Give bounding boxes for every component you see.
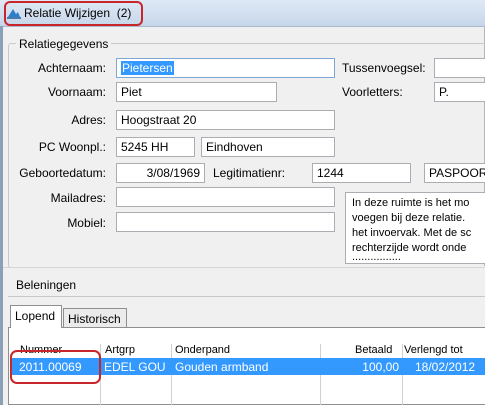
- memo-line: het invoervak. Met de sc: [352, 227, 472, 239]
- window-left-edge: [0, 26, 3, 405]
- memo-textarea[interactable]: In deze ruimte is het mo voegen bij deze…: [345, 192, 485, 264]
- geboortedatum-input[interactable]: 3/08/1969: [116, 163, 205, 183]
- nummer-highlight: [10, 350, 101, 384]
- memo-line: voegen bij deze relatie.: [352, 212, 466, 224]
- column-header-artgrp[interactable]: Artgrp: [105, 344, 135, 358]
- cell-betaald: 100,00: [362, 360, 399, 374]
- section-divider: [3, 267, 485, 268]
- mailadres-label: Mailadres:: [50, 191, 106, 205]
- beleningen-title: Beleningen: [16, 278, 77, 292]
- voorletters-input[interactable]: P.: [434, 82, 485, 102]
- legitimatienr-input[interactable]: 1244: [312, 163, 411, 183]
- voornaam-label: Voornaam:: [47, 85, 106, 99]
- tab-lopend[interactable]: Lopend: [10, 305, 62, 328]
- column-header-onderpand[interactable]: Onderpand: [175, 344, 230, 358]
- cell-verlengd-tot: 18/02/2012: [415, 360, 476, 374]
- mobiel-input[interactable]: [116, 212, 335, 232]
- relatie-group-title: Relatiegegevens: [16, 37, 112, 51]
- adres-input[interactable]: Hoogstraat 20: [116, 110, 335, 130]
- legitimatienr-label: Legitimatienr:: [213, 166, 286, 180]
- beleningen-separator: [8, 296, 485, 297]
- title-highlight: [4, 1, 143, 26]
- tussenvoegsel-input[interactable]: [434, 58, 485, 78]
- cell-onderpand: Gouden armband: [175, 360, 269, 374]
- tab-historisch[interactable]: Historisch: [63, 308, 127, 327]
- achternaam-label: Achternaam:: [37, 61, 106, 75]
- geboortedatum-label: Geboortedatum:: [19, 166, 106, 180]
- woonplaats-input[interactable]: Eindhoven: [201, 137, 335, 157]
- voorletters-label: Voorletters:: [342, 85, 403, 99]
- memo-line: In deze ruimte is het mo: [352, 197, 470, 209]
- column-header-verlengd-tot[interactable]: Verlengd tot: [404, 344, 463, 358]
- legitimatie-type-select[interactable]: PASPOOR: [424, 163, 485, 183]
- adres-label: Adres:: [71, 113, 106, 127]
- voornaam-input[interactable]: Piet: [116, 82, 277, 102]
- mailadres-input[interactable]: [116, 187, 335, 207]
- postcode-input[interactable]: 5245 HH: [116, 137, 195, 157]
- mobiel-label: Mobiel:: [67, 216, 106, 230]
- pc-woonpl-label: PC Woonpl.:: [38, 140, 106, 154]
- tussenvoegsel-label: Tussenvoegsel:: [342, 61, 426, 75]
- column-header-betaald[interactable]: Betaald: [355, 344, 392, 358]
- achternaam-input[interactable]: Pietersen: [116, 58, 335, 78]
- cell-artgrp: EDEL GOU: [104, 360, 166, 374]
